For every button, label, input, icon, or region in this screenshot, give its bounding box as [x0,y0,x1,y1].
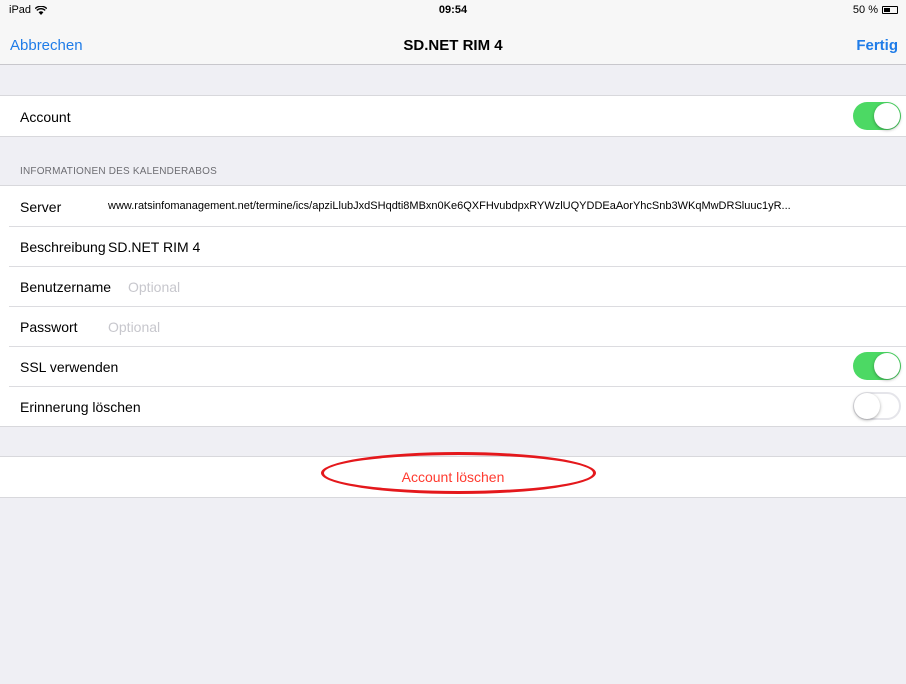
username-row[interactable]: Benutzername Optional [0,266,906,306]
username-field[interactable]: Optional [128,279,180,295]
reminder-row: Erinnerung löschen [0,386,906,426]
toggle-knob [874,103,900,129]
status-bar-right: 50 % [853,4,898,16]
server-field[interactable]: www.ratsinfomanagement.net/termine/ics/a… [108,200,900,212]
status-bar: iPad 09:54 50 % [0,0,906,22]
subscription-info-group: Server www.ratsinfomanagement.net/termin… [0,185,906,427]
battery-percent: 50 % [852,4,878,16]
status-time: 09:54 [438,4,468,16]
battery-icon [882,6,898,14]
reminder-toggle[interactable] [853,392,901,420]
section-header: INFORMATIONEN DES KALENDERABOS [20,166,217,177]
account-group: Account [0,95,906,137]
toggle-knob [854,393,880,419]
ssl-label: SSL verwenden [20,359,119,375]
password-label: Passwort [20,319,78,335]
reminder-label: Erinnerung löschen [20,399,141,415]
done-button[interactable]: Fertig [856,37,898,54]
ssl-toggle[interactable] [853,352,901,380]
server-row[interactable]: Server www.ratsinfomanagement.net/termin… [0,186,906,226]
server-label: Server [20,199,62,215]
description-row[interactable]: Beschreibung SD.NET RIM 4 [0,226,906,266]
account-label: Account [20,109,71,125]
password-row[interactable]: Passwort Optional [0,306,906,346]
description-field[interactable]: SD.NET RIM 4 [108,239,200,255]
navigation-bar: Abbrechen SD.NET RIM 4 Fertig [0,22,906,65]
page-title: SD.NET RIM 4 [403,37,503,54]
account-toggle[interactable] [853,102,901,130]
username-label: Benutzername [20,279,112,295]
account-row: Account [0,96,906,136]
battery-fill [884,8,890,12]
description-label: Beschreibung [20,239,106,255]
password-field[interactable]: Optional [108,319,160,335]
toggle-knob [874,353,900,379]
annotation-ellipse [321,452,596,494]
ssl-row: SSL verwenden [0,346,906,386]
